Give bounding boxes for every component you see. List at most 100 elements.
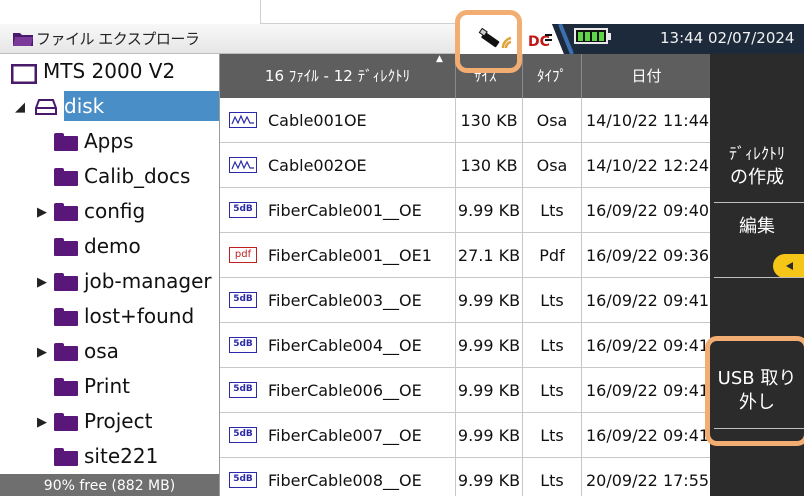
lts-icon-text: 5dB: [233, 339, 253, 349]
col-header-date[interactable]: 日付: [582, 54, 711, 98]
lts-file-icon: 5dB: [229, 472, 257, 488]
folder-icon: [54, 273, 78, 291]
file-type: Lts: [523, 368, 582, 413]
tree-item-folder[interactable]: Print: [0, 372, 219, 402]
folder-icon: [54, 203, 78, 221]
tree-item-label: Apps: [84, 129, 134, 153]
table-row[interactable]: 5dB FiberCable003__OE 9.99 KB Lts 16/09/22 0…: [220, 278, 711, 323]
tree-item-folder[interactable]: site221: [0, 442, 219, 472]
lts-file-icon: 5dB: [229, 337, 257, 353]
tree-item-folder[interactable]: Apps: [0, 127, 219, 157]
tab-edge: [260, 0, 455, 24]
folder-icon: [54, 413, 78, 431]
folder-icon: [54, 238, 78, 256]
tree-item-folder[interactable]: lost+found: [0, 302, 219, 332]
file-name: FiberCable001__OE1: [268, 246, 432, 265]
expand-arrow-icon[interactable]: ▶: [37, 205, 47, 220]
softkey-divider: [714, 202, 804, 203]
file-type: Osa: [523, 98, 582, 143]
file-size: 9.99 KB: [456, 278, 523, 323]
file-size: 9.99 KB: [456, 188, 523, 233]
highlight-usb-status: [455, 10, 522, 73]
folder-icon: [54, 133, 78, 151]
drive-icon: [35, 99, 57, 115]
highlight-usb-eject: [705, 336, 804, 446]
file-name-cell: 5dB FiberCable008__OE: [220, 458, 456, 496]
tree-item-label: demo: [84, 234, 141, 258]
svg-text:DC: DC: [528, 34, 550, 50]
file-name: FiberCable004__OE: [268, 336, 422, 355]
tree-item-folder[interactable]: Calib_docs: [0, 162, 219, 192]
file-type: Lts: [523, 188, 582, 233]
folder-icon: [54, 168, 78, 186]
tree-item-label: Calib_docs: [84, 164, 191, 188]
folder-icon: [54, 308, 78, 326]
expand-arrow-icon[interactable]: ▶: [37, 345, 47, 360]
table-row[interactable]: 5dB FiberCable006__OE 9.99 KB Lts 16/09/22 0…: [220, 368, 711, 413]
file-name-cell: 5dB FiberCable007__OE: [220, 413, 456, 458]
lts-icon-text: 5dB: [233, 294, 253, 304]
clock-date: 02/07/2024: [708, 29, 795, 47]
submenu-arrow-icon[interactable]: [773, 254, 804, 278]
tree-item-label: site221: [84, 444, 159, 468]
table-row[interactable]: Cable002OE 130 KB Osa 14/10/22 12:24: [220, 143, 711, 188]
tree-item-label: job-manager: [84, 269, 212, 293]
title-area: ファイル エクスプローラ: [0, 24, 455, 54]
file-name: FiberCable001__OE: [268, 201, 422, 220]
table-row[interactable]: pdf FiberCable001__OE1 27.1 KB Pdf 16/09/22 …: [220, 233, 711, 278]
new-directory-button[interactable]: ﾃﾞｨﾚｸﾄﾘ の作成: [710, 142, 804, 190]
lts-file-icon: 5dB: [229, 382, 257, 398]
tree-item-folder[interactable]: ▶ Project: [0, 407, 219, 437]
softkey-divider: [714, 277, 804, 278]
tree-item-label: lost+found: [84, 304, 195, 328]
tree-item-folder[interactable]: ▶ osa: [0, 337, 219, 367]
tree-item-disk-label: disk: [64, 94, 105, 118]
tree-item-disk[interactable]: ◢ disk: [0, 92, 219, 122]
file-date: 16/09/22 09:41: [586, 336, 710, 355]
file-date: 16/09/22 09:41: [586, 291, 710, 310]
table-row[interactable]: 5dB FiberCable004__OE 9.99 KB Lts 16/09/22 0…: [220, 323, 711, 368]
lts-file-icon: 5dB: [229, 292, 257, 308]
tree-item-label: osa: [84, 339, 119, 363]
col-header-name[interactable]: 16 ﾌｧｲﾙ - 12 ﾃﾞｨﾚｸﾄﾘ: [220, 54, 456, 98]
lts-icon-text: 5dB: [233, 384, 253, 394]
file-name-cell: 5dB FiberCable004__OE: [220, 323, 456, 368]
file-type: Lts: [523, 413, 582, 458]
table-row[interactable]: 5dB FiberCable008__OE 9.99 KB Lts 20/09/22 1…: [220, 458, 711, 496]
file-size: 9.99 KB: [456, 323, 523, 368]
lts-file-icon: 5dB: [229, 202, 257, 218]
tree-item-label: config: [84, 199, 146, 223]
pdf-icon-text: pdf: [234, 249, 252, 260]
tree-item-folder[interactable]: demo: [0, 232, 219, 262]
folder-icon: [13, 33, 33, 46]
new-directory-label-1: ﾃﾞｨﾚｸﾄﾘ: [728, 144, 785, 163]
table-row[interactable]: 5dB FiberCable007__OE 9.99 KB Lts 16/09/22 0…: [220, 413, 711, 458]
file-date: 16/09/22 09:41: [586, 426, 710, 445]
file-name: Cable002OE: [268, 156, 367, 175]
file-name-cell: Cable002OE: [220, 143, 456, 188]
tree-item-folder[interactable]: ▶ config: [0, 197, 219, 227]
file-name: FiberCable003__OE: [268, 291, 422, 310]
expand-arrow-icon[interactable]: ▶: [37, 415, 47, 430]
clock: 13:44 02/07/2024: [660, 29, 794, 47]
file-size: 130 KB: [456, 143, 523, 188]
folder-icon: [54, 343, 78, 361]
lts-icon-text: 5dB: [233, 474, 253, 484]
table-row[interactable]: Cable001OE 130 KB Osa 14/10/22 11:44: [220, 98, 711, 143]
file-name: FiberCable007__OE: [268, 426, 422, 445]
tree-root[interactable]: MTS 2000 V2: [0, 57, 219, 87]
table-row[interactable]: 5dB FiberCable001__OE 9.99 KB Lts 16/09/22 0…: [220, 188, 711, 233]
file-name-cell: 5dB FiberCable001__OE: [220, 188, 456, 233]
expand-arrow-icon[interactable]: ▶: [37, 275, 47, 290]
file-name: FiberCable006__OE: [268, 381, 422, 400]
col-header-type[interactable]: ﾀｲﾌﾟ: [523, 54, 582, 98]
edit-button[interactable]: 編集: [710, 215, 804, 239]
file-type: Pdf: [523, 233, 582, 278]
tree-root-label: MTS 2000 V2: [43, 59, 176, 83]
file-name-cell: Cable001OE: [220, 98, 456, 143]
status-area: 13:44 02/07/2024: [552, 24, 804, 54]
file-date: 20/09/22 17:55: [586, 471, 710, 490]
tree-item-folder[interactable]: ▶ job-manager: [0, 267, 219, 297]
collapse-arrow-icon[interactable]: ◢: [15, 100, 25, 115]
file-size: 9.99 KB: [456, 458, 523, 496]
